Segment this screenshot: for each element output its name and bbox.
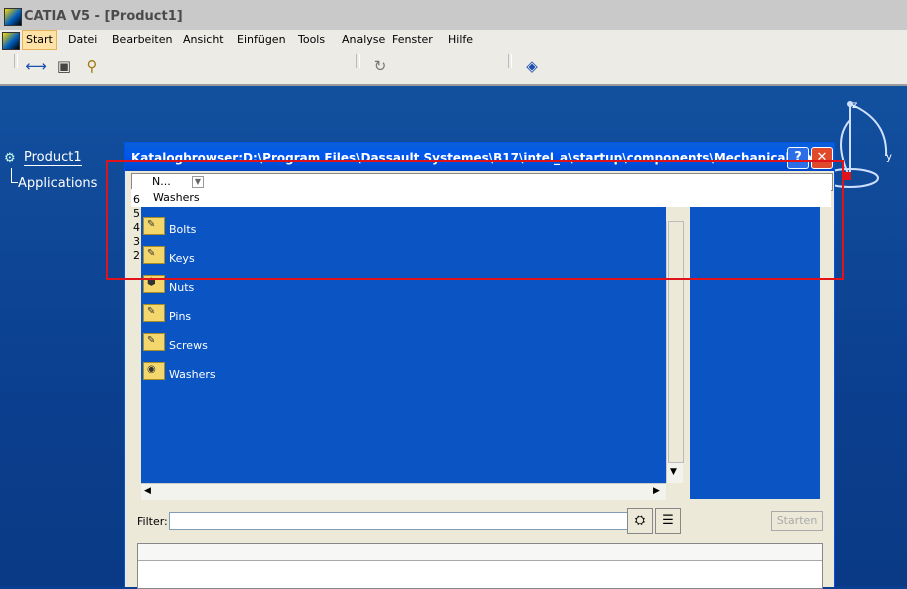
tree-root-label[interactable]: Product1	[24, 150, 82, 166]
window-title: CATIA V5 - [Product1]	[24, 9, 183, 24]
title-bar: CATIA V5 - [Product1]	[0, 0, 907, 30]
update-icon[interactable]: ↻	[368, 55, 392, 77]
tree-item-applications[interactable]: Applications	[18, 176, 97, 191]
washer-icon: ◉	[143, 362, 165, 380]
filter-input[interactable]	[169, 512, 629, 530]
start-button[interactable]: Starten	[771, 511, 823, 531]
detail-table[interactable]	[137, 543, 823, 589]
menu-ansicht[interactable]: Ansicht	[183, 33, 224, 46]
toolbar-grip-2[interactable]	[356, 54, 360, 68]
menu-fenster[interactable]: Fenster	[392, 33, 433, 46]
menu-hilfe[interactable]: Hilfe	[448, 33, 473, 46]
tree-view-icon[interactable]: ☰	[655, 508, 681, 534]
highlight-marker	[843, 172, 851, 180]
horizontal-scrollbar[interactable]: ◀ ▶	[141, 483, 666, 500]
assembly-icon[interactable]: ▣	[52, 55, 76, 77]
toolbar: ⟷ ▣ ⚲ ↻ ◈	[0, 50, 907, 86]
highlight-box	[106, 160, 844, 280]
menu-tools[interactable]: Tools	[298, 33, 325, 46]
scroll-down-icon[interactable]: ▼	[670, 467, 677, 477]
tree-connector	[11, 168, 18, 183]
catia-app-icon	[4, 8, 22, 26]
pin-icon: ✎	[143, 304, 165, 322]
catia-menu-icon[interactable]	[2, 32, 20, 50]
bolt-tool-icon[interactable]: ⚲	[80, 55, 104, 77]
list-item-label: Pins	[169, 310, 192, 323]
menu-start[interactable]: Start	[22, 30, 57, 50]
menu-analyse[interactable]: Analyse	[342, 33, 385, 46]
catalog-icon[interactable]: ◈	[520, 55, 544, 77]
menu-bar: Start Datei Bearbeiten Ansicht Einfügen …	[0, 30, 907, 50]
measure-icon[interactable]: ⟷	[24, 55, 48, 77]
detail-table-header[interactable]	[138, 544, 822, 561]
menu-bearbeiten[interactable]: Bearbeiten	[112, 33, 172, 46]
scroll-right-icon[interactable]: ▶	[653, 486, 660, 496]
menu-datei[interactable]: Datei	[68, 33, 97, 46]
toolbar-grip[interactable]	[14, 54, 18, 68]
list-item-label: Washers	[169, 368, 216, 381]
compass-y-label: y	[886, 152, 892, 163]
list-item-label: Screws	[169, 339, 208, 352]
menu-einfuegen[interactable]: Einfügen	[237, 33, 286, 46]
filter-label: Filter:	[137, 515, 168, 528]
scroll-left-icon[interactable]: ◀	[144, 486, 151, 496]
product-gear-icon: ⚙	[4, 151, 16, 166]
toolbar-grip-3[interactable]	[508, 54, 512, 68]
screw-icon: ✎	[143, 333, 165, 351]
binoculars-icon[interactable]: ⛭	[627, 508, 653, 534]
compass-z-label: z	[852, 100, 857, 111]
list-item-label: Nuts	[169, 281, 195, 294]
